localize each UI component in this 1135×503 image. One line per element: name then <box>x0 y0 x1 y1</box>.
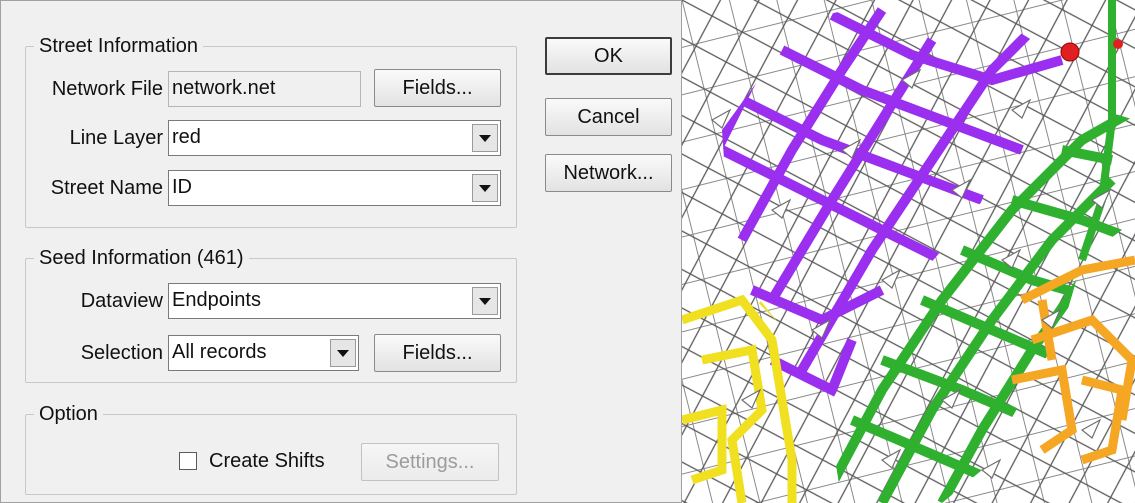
dataview-select[interactable]: Endpoints <box>168 283 501 319</box>
street-name-dropdown-button[interactable] <box>472 174 498 202</box>
street-fields-button[interactable]: Fields... <box>374 69 501 107</box>
map-view[interactable] <box>682 0 1135 503</box>
settings-button[interactable]: Settings... <box>361 443 499 481</box>
chevron-down-icon <box>479 297 491 305</box>
seed-fields-button[interactable]: Fields... <box>374 334 501 372</box>
selection-label: Selection <box>80 342 163 364</box>
network-file-label: Network File <box>51 78 163 100</box>
street-name-select[interactable]: ID <box>168 170 501 206</box>
network-file-field: network.net <box>168 71 361 107</box>
dataview-value: Endpoints <box>172 289 261 311</box>
dataview-dropdown-button[interactable] <box>472 287 498 315</box>
line-layer-select[interactable]: red <box>168 120 501 156</box>
street-information-legend: Street Information <box>39 35 198 57</box>
ok-button[interactable]: OK <box>545 37 672 75</box>
create-shifts-label[interactable]: Create Shifts <box>209 445 325 477</box>
line-layer-dropdown-button[interactable] <box>472 124 498 152</box>
selection-dropdown-button[interactable] <box>330 339 356 367</box>
destination-marker <box>1113 39 1123 49</box>
street-name-label: Street Name <box>50 177 163 199</box>
dataview-label: Dataview <box>80 290 163 312</box>
create-shifts-checkbox[interactable] <box>179 452 197 470</box>
shift-dialog: Street Information Network File network.… <box>0 0 682 503</box>
origin-marker <box>1060 42 1080 62</box>
selection-value: All records <box>172 341 267 363</box>
option-legend: Option <box>39 403 98 425</box>
chevron-down-icon <box>337 349 349 357</box>
line-layer-label: Line Layer <box>69 127 163 149</box>
network-button[interactable]: Network... <box>545 154 672 192</box>
line-layer-value: red <box>172 126 201 148</box>
street-network-map <box>682 0 1135 503</box>
cancel-button[interactable]: Cancel <box>545 98 672 136</box>
selection-select[interactable]: All records <box>168 335 359 371</box>
chevron-down-icon <box>479 184 491 192</box>
chevron-down-icon <box>479 134 491 142</box>
seed-information-legend: Seed Information (461) <box>39 247 244 269</box>
street-name-value: ID <box>172 176 192 198</box>
